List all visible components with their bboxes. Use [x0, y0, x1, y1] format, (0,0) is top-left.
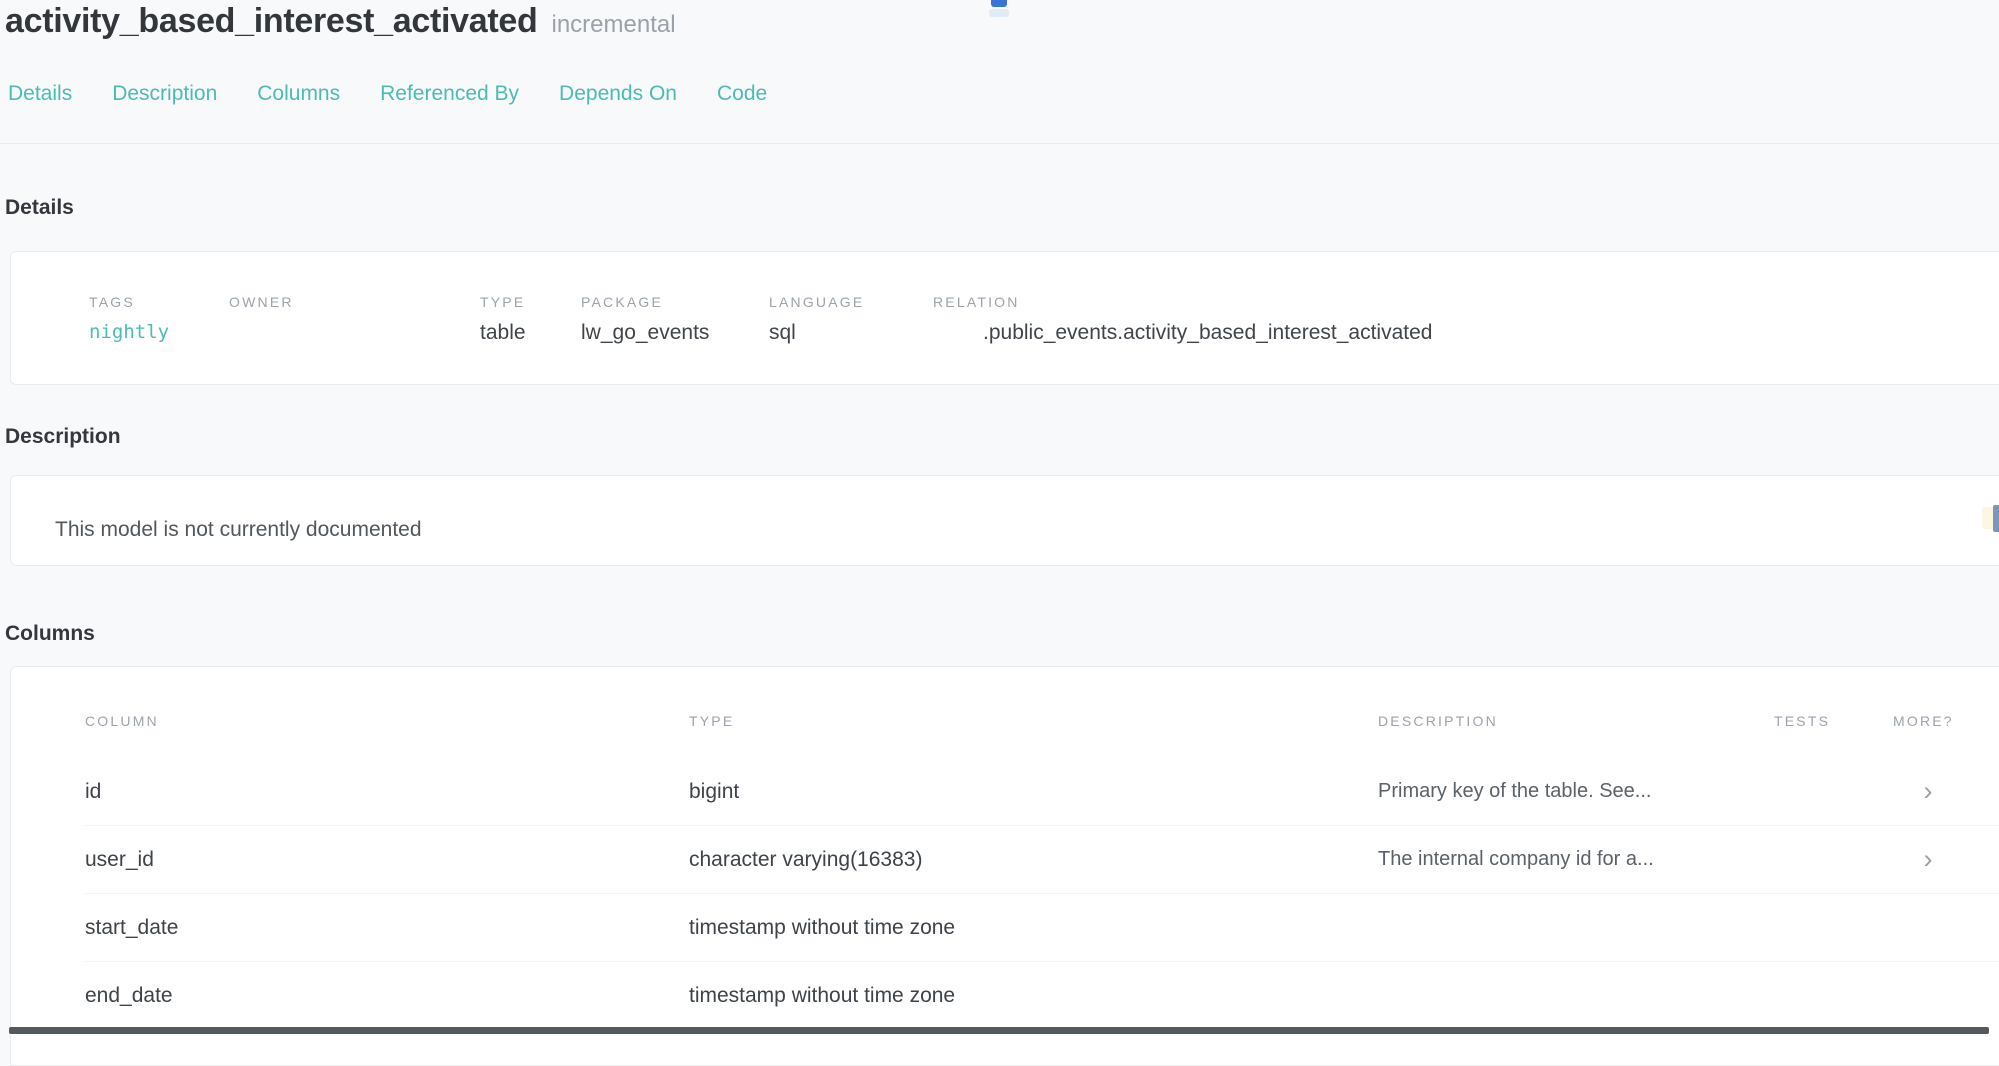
details-fields-row: TAGS nightly OWNER TYPE table PACKAGE lw…: [11, 252, 1999, 345]
field-package: PACKAGE lw_go_events: [581, 294, 769, 345]
tab-description[interactable]: Description: [112, 82, 217, 106]
field-tags: TAGS nightly: [89, 294, 229, 345]
field-type: TYPE table: [480, 294, 581, 345]
anchor-tabs: Details Description Columns Referenced B…: [8, 82, 767, 106]
field-language: LANGUAGE sql: [769, 294, 933, 345]
details-section-heading: Details: [5, 196, 74, 220]
field-owner: OWNER: [229, 294, 480, 345]
tab-referenced-by[interactable]: Referenced By: [380, 82, 519, 106]
clipped-top-element: [991, 0, 1007, 7]
header-description: DESCRIPTION: [1378, 713, 1774, 729]
chevron-right-icon[interactable]: ›: [1893, 778, 1963, 805]
clipped-top-element-glow: [989, 9, 1009, 17]
field-language-value: sql: [769, 321, 933, 345]
field-owner-label: OWNER: [229, 294, 480, 310]
column-description: The internal company id for a...: [1378, 848, 1774, 871]
tag-link-nightly[interactable]: nightly: [89, 321, 229, 343]
columns-panel: COLUMN TYPE DESCRIPTION TESTS MORE? id b…: [10, 666, 1999, 1066]
field-tags-label: TAGS: [89, 294, 229, 310]
header-column: COLUMN: [85, 713, 689, 729]
model-name: activity_based_interest_activated: [5, 2, 538, 40]
tab-code[interactable]: Code: [717, 82, 767, 106]
clipped-right-element: [1993, 505, 1999, 532]
column-description: Primary key of the table. See...: [1378, 780, 1774, 803]
table-row-start-date: start_date timestamp without time zone: [85, 894, 1999, 962]
field-language-label: LANGUAGE: [769, 294, 933, 310]
field-relation-label: RELATION: [933, 294, 1979, 310]
clipped-bottom-bar: [9, 1027, 1989, 1034]
table-row-user-id[interactable]: user_id character varying(16383) The int…: [85, 826, 1999, 894]
column-name: start_date: [85, 916, 689, 940]
header-divider: [0, 143, 1999, 144]
table-row-id[interactable]: id bigint Primary key of the table. See.…: [85, 758, 1999, 826]
field-type-label: TYPE: [480, 294, 581, 310]
columns-table: COLUMN TYPE DESCRIPTION TESTS MORE? id b…: [11, 667, 1999, 1030]
column-type: timestamp without time zone: [689, 984, 1378, 1008]
description-section-heading: Description: [5, 425, 121, 449]
column-name: id: [85, 780, 689, 804]
header-more: MORE?: [1893, 713, 1963, 729]
tab-depends-on[interactable]: Depends On: [559, 82, 677, 106]
column-name: end_date: [85, 984, 689, 1008]
field-package-label: PACKAGE: [581, 294, 769, 310]
column-type: timestamp without time zone: [689, 916, 1378, 940]
header-type: TYPE: [689, 713, 1378, 729]
chevron-right-icon[interactable]: ›: [1893, 846, 1963, 873]
description-panel: This model is not currently documented: [10, 475, 1999, 566]
tab-columns[interactable]: Columns: [257, 82, 340, 106]
header-tests: TESTS: [1774, 713, 1893, 729]
field-type-value: table: [480, 321, 581, 345]
columns-section-heading: Columns: [5, 622, 95, 646]
details-panel: TAGS nightly OWNER TYPE table PACKAGE lw…: [10, 251, 1999, 385]
column-type: bigint: [689, 780, 1378, 804]
materialization-label: incremental: [552, 11, 676, 38]
field-package-value: lw_go_events: [581, 321, 769, 345]
columns-table-header: COLUMN TYPE DESCRIPTION TESTS MORE?: [85, 667, 1999, 758]
field-relation: RELATION .public_events.activity_based_i…: [933, 294, 1979, 345]
column-name: user_id: [85, 848, 689, 872]
column-type: character varying(16383): [689, 848, 1378, 872]
tab-details[interactable]: Details: [8, 82, 72, 106]
table-row-end-date: end_date timestamp without time zone: [85, 962, 1999, 1030]
field-relation-value: .public_events.activity_based_interest_a…: [933, 321, 1979, 345]
description-text: This model is not currently documented: [11, 476, 1999, 542]
page-title: activity_based_interest_activated increme…: [5, 2, 676, 41]
